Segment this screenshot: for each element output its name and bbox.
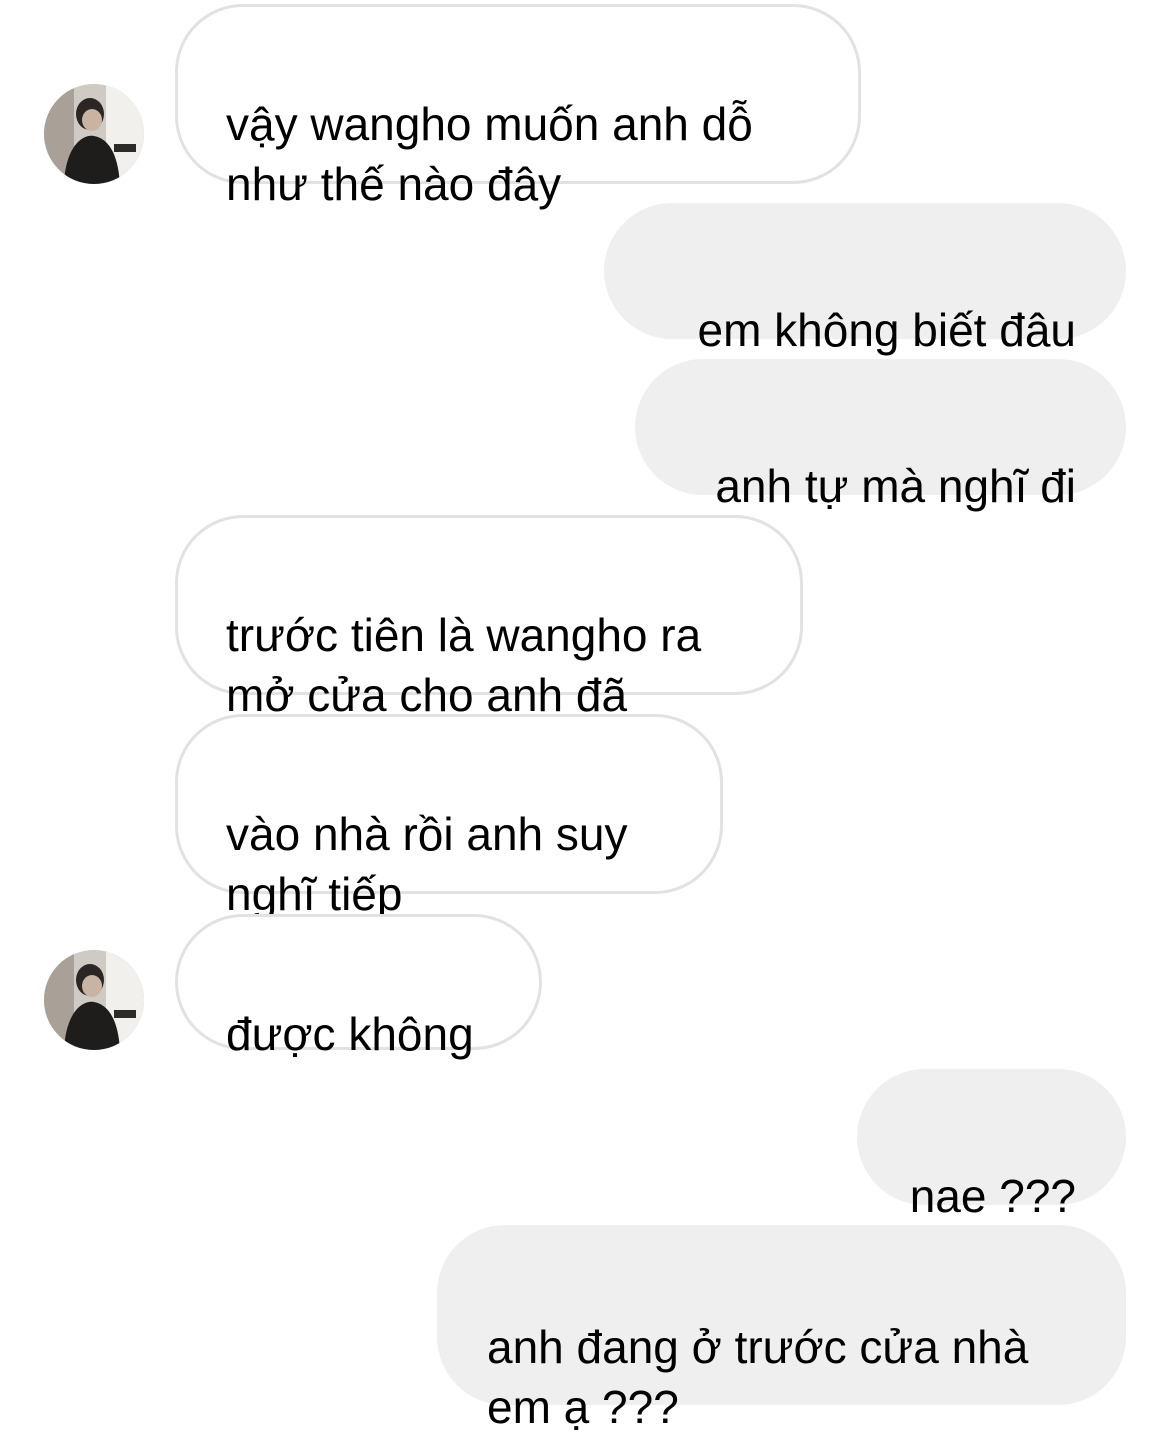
message-text: vào nhà rồi anh suy nghĩ tiếp	[226, 808, 628, 920]
message-text: nae ???	[909, 1170, 1076, 1222]
contact-avatar[interactable]	[44, 950, 144, 1050]
incoming-message-bubble[interactable]: trước tiên là wangho ra mở cửa cho anh đ…	[175, 515, 803, 721]
message-text: anh đang ở trước cửa nhà em ạ ???	[487, 1321, 1029, 1433]
avatar-photo-icon	[44, 950, 144, 1050]
incoming-message-bubble[interactable]: được không	[175, 914, 542, 1060]
chat-thread: vậy wangho muốn anh dỗ như thế nào đây e…	[0, 0, 1170, 1433]
incoming-message-bubble[interactable]: vào nhà rồi anh suy nghĩ tiếp	[175, 714, 723, 920]
outgoing-message-bubble[interactable]: anh đang ở trước cửa nhà em ạ ???	[437, 1225, 1126, 1433]
message-text: được không	[226, 1008, 474, 1060]
outgoing-message-bubble[interactable]: em không biết đâu	[604, 203, 1126, 356]
message-text: trước tiên là wangho ra mở cửa cho anh đ…	[226, 609, 702, 721]
outgoing-message-bubble[interactable]: anh tự mà nghĩ đi	[635, 359, 1126, 512]
contact-avatar[interactable]	[44, 84, 144, 184]
outgoing-message-bubble[interactable]: nae ???	[857, 1069, 1126, 1222]
message-text: anh tự mà nghĩ đi	[715, 460, 1076, 512]
incoming-message-bubble[interactable]: vậy wangho muốn anh dỗ như thế nào đây	[175, 4, 861, 210]
message-text: vậy wangho muốn anh dỗ như thế nào đây	[226, 98, 753, 210]
message-text: em không biết đâu	[697, 304, 1077, 356]
avatar-photo-icon	[44, 84, 144, 184]
